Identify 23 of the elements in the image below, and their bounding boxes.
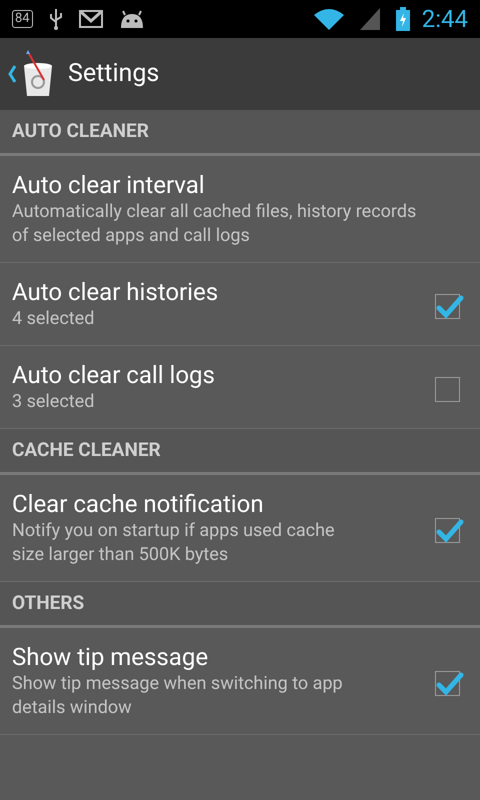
section-header: CACHE CLEANER xyxy=(0,429,480,475)
notification-count: 84 xyxy=(12,10,33,28)
setting-title: Auto clear call logs xyxy=(12,360,216,390)
section-header: AUTO CLEANER xyxy=(0,110,480,156)
battery-icon xyxy=(396,7,410,31)
signal-icon xyxy=(360,8,380,30)
android-icon xyxy=(118,10,145,28)
chevron-icon xyxy=(8,65,16,83)
setting-summary: 3 selected xyxy=(12,390,96,414)
wifi-icon xyxy=(314,8,344,30)
setting-title: Auto clear histories xyxy=(12,277,220,307)
section-header: OTHERS xyxy=(0,582,480,628)
mail-icon xyxy=(78,10,103,28)
setting-summary: Automatically clear all cached files, history records of selected apps and call logs xyxy=(12,200,418,248)
setting-title: Auto clear interval xyxy=(12,170,206,200)
setting-title: Show tip message xyxy=(12,642,210,672)
usb-icon xyxy=(48,8,63,30)
screen-title: Settings xyxy=(68,58,160,90)
setting-summary: Show tip message when switching to app details window xyxy=(12,672,344,720)
clock-time: 2:44 xyxy=(422,4,468,35)
setting-summary: Notify you on startup if apps used cache size larger than 500K bytes xyxy=(12,519,336,567)
setting-summary: 4 selected xyxy=(12,307,96,331)
setting-title: Clear cache notification xyxy=(12,489,265,519)
